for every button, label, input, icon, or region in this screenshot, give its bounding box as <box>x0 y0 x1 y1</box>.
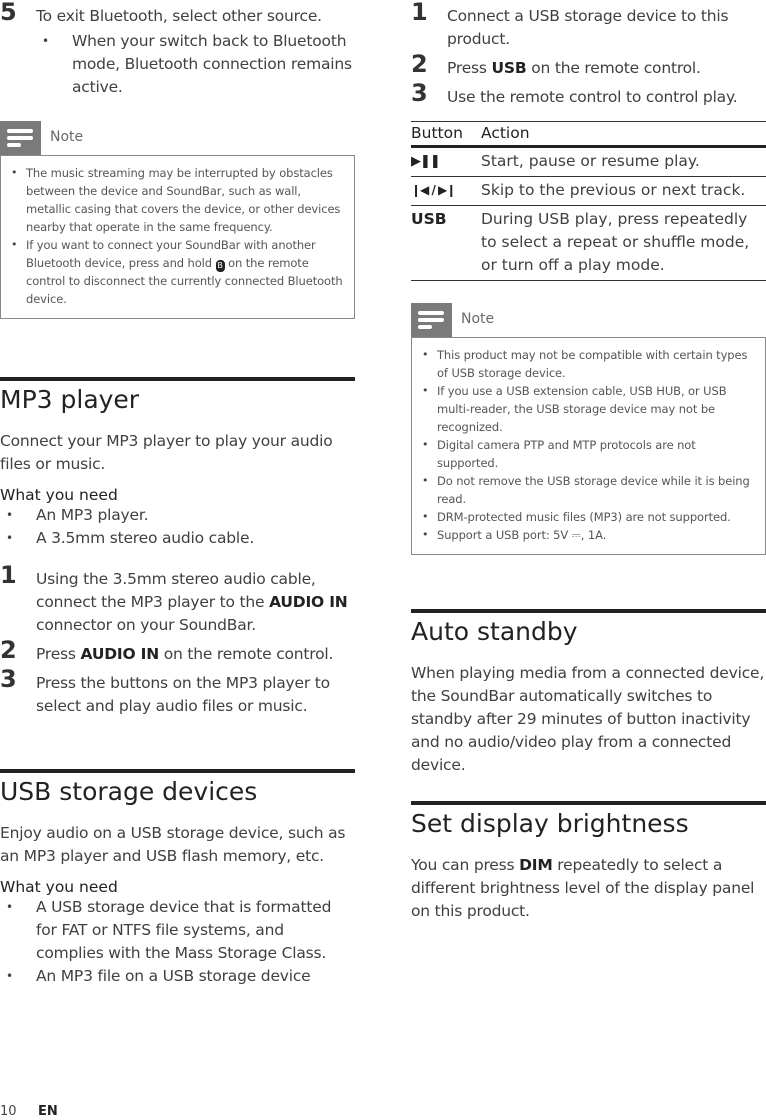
section-text: You can press DIM repeatedly to select a… <box>411 854 766 923</box>
step-number: 1 <box>0 561 17 589</box>
page-footer: 10 EN <box>0 1104 58 1119</box>
section-rule <box>411 609 766 613</box>
what-you-need-heading: What you need <box>0 878 118 896</box>
need-item: An MP3 player. <box>0 504 355 527</box>
step-text: Connect a USB storage device to this pro… <box>447 7 729 48</box>
mp3-section: MP3 player Connect your MP3 player to pl… <box>0 377 355 718</box>
sub-bullet: When your switch back to Bluetooth mode,… <box>36 30 381 99</box>
language-code: EN <box>38 1104 58 1119</box>
note-item: Do not remove the USB storage device whi… <box>422 472 755 508</box>
step-2: 2 Press AUDIO IN on the remote control. <box>0 638 355 666</box>
prev-next-icon: ❙◀ / ▶❙ <box>411 176 481 206</box>
text-part: You can press <box>411 856 520 874</box>
need-item: A 3.5mm stereo audio cable. <box>0 527 355 550</box>
note-icon <box>0 121 41 155</box>
mp3-steps: 1 Using the 3.5mm stereo audio cable, co… <box>0 563 355 718</box>
step-5: 5 To exit Bluetooth, select other source… <box>0 0 381 99</box>
usb-section: USB storage devices Enjoy audio on a USB… <box>0 769 355 988</box>
page-number: 10 <box>0 1104 17 1119</box>
action-cell: Skip to the previous or next track. <box>481 176 766 206</box>
section-intro: Connect your MP3 player to play your aud… <box>0 432 333 473</box>
header-action: Action <box>481 121 766 148</box>
usb-steps: 1 Connect a USB storage device to this p… <box>411 0 751 109</box>
bluetooth-icon: B <box>215 260 225 272</box>
section-rule <box>0 377 355 381</box>
section-rule <box>411 801 766 805</box>
note-item: This product may not be compatible with … <box>422 346 755 382</box>
note-box: This product may not be compatible with … <box>411 337 766 555</box>
step-text: connector on your SoundBar. <box>36 616 257 634</box>
note-label: Note <box>461 311 495 327</box>
step-3: 3 Use the remote control to control play… <box>411 81 751 109</box>
step-text: Press <box>447 59 492 77</box>
note-label: Note <box>50 129 84 145</box>
step-text: To exit Bluetooth, select other source. <box>36 7 322 25</box>
step-text: Press the buttons on the MP3 player to s… <box>36 674 330 715</box>
need-item: An MP3 file on a USB storage device <box>0 965 355 988</box>
what-you-need-heading: What you need <box>0 486 118 504</box>
step-1: 1 Connect a USB storage device to this p… <box>411 0 751 51</box>
note-item: Digital camera PTP and MTP protocols are… <box>422 436 755 472</box>
note-item: The music streaming may be interrupted b… <box>11 164 344 236</box>
note-header: Note <box>411 303 766 337</box>
step-number: 1 <box>411 0 428 26</box>
section-intro: Enjoy audio on a USB storage device, suc… <box>0 824 346 865</box>
section-title: Set display brightness <box>411 809 689 838</box>
button-cell: USB <box>411 205 481 281</box>
table-row: USB During USB play, press repeatedly to… <box>411 205 766 281</box>
need-item: A USB storage device that is formatted f… <box>0 896 355 965</box>
step-3: 3 Press the buttons on the MP3 player to… <box>0 667 355 718</box>
note-box: The music streaming may be interrupted b… <box>0 155 355 319</box>
section-title: MP3 player <box>0 385 140 414</box>
button-action-table: Button Action ▶❚❚ Start, pause or resume… <box>411 121 766 281</box>
step-1: 1 Using the 3.5mm stereo audio cable, co… <box>0 563 355 637</box>
section-rule <box>0 769 355 773</box>
section-title: Auto standby <box>411 617 578 646</box>
section-text: When playing media from a connected devi… <box>411 664 765 774</box>
action-cell: During USB play, press repeatedly to sel… <box>481 205 766 281</box>
action-cell: Start, pause or resume play. <box>481 146 766 177</box>
step-number: 2 <box>411 50 428 78</box>
step-bold: USB <box>491 59 527 77</box>
auto-standby-section: Auto standby When playing media from a c… <box>411 609 766 777</box>
header-button: Button <box>411 121 481 148</box>
step-number: 2 <box>0 636 17 664</box>
step-text: on the remote control. <box>158 645 334 663</box>
step-text: Press <box>36 645 81 663</box>
step-bold: AUDIO IN <box>80 645 160 663</box>
step-bold: AUDIO IN <box>269 593 348 611</box>
note-item: If you want to connect your SoundBar wit… <box>11 236 344 308</box>
table-row: ▶❚❚ Start, pause or resume play. <box>411 146 766 177</box>
sub-bullet-text: When your switch back to Bluetooth mode,… <box>72 32 352 96</box>
note-item: Support a USB port: 5V ⎓, 1A. <box>422 526 755 544</box>
note-bluetooth: Note The music streaming may be interrup… <box>0 121 355 319</box>
step-2: 2 Press USB on the remote control. <box>411 52 751 80</box>
section-title: USB storage devices <box>0 777 258 806</box>
dim-label: DIM <box>519 856 553 874</box>
note-usb: Note This product may not be compatible … <box>411 303 766 555</box>
step-number: 5 <box>0 0 17 26</box>
note-icon <box>411 303 452 337</box>
step-text: on the remote control. <box>526 59 701 77</box>
brightness-section: Set display brightness You can press DIM… <box>411 801 766 923</box>
note-header: Note <box>0 121 355 155</box>
note-item: If you use a USB extension cable, USB HU… <box>422 382 755 436</box>
step-text: Use the remote control to control play. <box>447 88 738 106</box>
table-row: ❙◀ / ▶❙ Skip to the previous or next tra… <box>411 176 766 206</box>
play-pause-icon: ▶❚❚ <box>411 146 481 177</box>
note-item: DRM-protected music files (MP3) are not … <box>422 508 755 526</box>
step-number: 3 <box>0 665 17 693</box>
table-header-row: Button Action <box>411 121 766 148</box>
step-number: 3 <box>411 79 428 107</box>
